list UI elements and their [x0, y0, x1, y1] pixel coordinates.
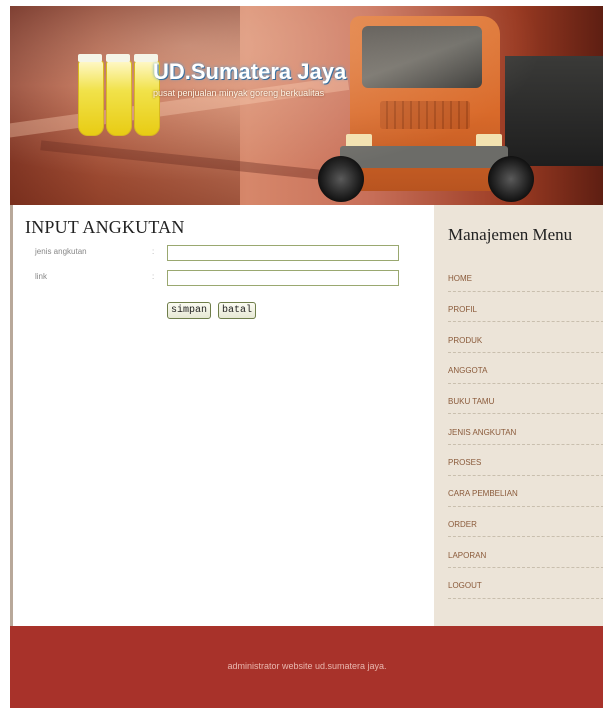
sidebar-item-proses[interactable]: PROSES	[448, 445, 603, 476]
sidebar-title: Manajemen Menu	[448, 225, 573, 244]
sidebar-item-cara-pembelian[interactable]: CARA PEMBELIAN	[448, 476, 603, 507]
jenis-angkutan-input[interactable]	[167, 245, 399, 261]
cancel-button[interactable]: batal	[218, 302, 256, 319]
sidebar-item-home[interactable]: HOME	[448, 261, 603, 292]
site-header-banner: UD.Sumatera Jaya pusat penjualan minyak …	[10, 6, 603, 205]
save-button[interactable]: simpan	[167, 302, 211, 319]
sidebar-item-buku-tamu[interactable]: BUKU TAMU	[448, 384, 603, 415]
oil-bottle-icon	[106, 60, 132, 136]
sidebar: Manajemen Menu HOME PROFIL PRODUK ANGGOT…	[434, 205, 603, 626]
oil-bottle-icon	[78, 60, 104, 136]
sidebar-item-profil[interactable]: PROFIL	[448, 292, 603, 323]
field-colon: :	[152, 247, 155, 256]
brand-tagline: pusat penjualan minyak goreng berkualita…	[153, 88, 325, 98]
field-colon: :	[152, 272, 155, 281]
form-row-jenis-angkutan: jenis angkutan :	[35, 245, 415, 265]
bottle-cap	[78, 54, 102, 62]
page-title: INPUT ANGKUTAN	[25, 217, 185, 237]
main-content: INPUT ANGKUTAN jenis angkutan : link : s…	[10, 205, 434, 626]
sidebar-menu: HOME PROFIL PRODUK ANGGOTA BUKU TAMU JEN…	[448, 261, 603, 599]
sidebar-item-laporan[interactable]: LAPORAN	[448, 537, 603, 568]
link-input[interactable]	[167, 270, 399, 286]
oil-bottles-logo	[78, 54, 160, 136]
form-row-link: link :	[35, 270, 415, 290]
sidebar-item-jenis-angkutan[interactable]: JENIS ANGKUTAN	[448, 414, 603, 446]
sidebar-item-produk[interactable]: PRODUK	[448, 322, 603, 354]
brand-name: UD.Sumatera Jaya	[153, 59, 347, 84]
site-footer: administrator website ud.sumatera jaya.	[10, 626, 603, 708]
footer-text: administrator website ud.sumatera jaya.	[227, 661, 387, 671]
sidebar-item-logout[interactable]: LOGOUT	[448, 568, 603, 599]
page-frame: UD.Sumatera Jaya pusat penjualan minyak …	[10, 6, 603, 708]
sidebar-item-anggota[interactable]: ANGGOTA	[448, 353, 603, 384]
field-label: link	[35, 272, 48, 281]
sidebar-item-order[interactable]: ORDER	[448, 507, 603, 538]
bottle-cap	[106, 54, 130, 62]
field-label: jenis angkutan	[35, 247, 87, 256]
